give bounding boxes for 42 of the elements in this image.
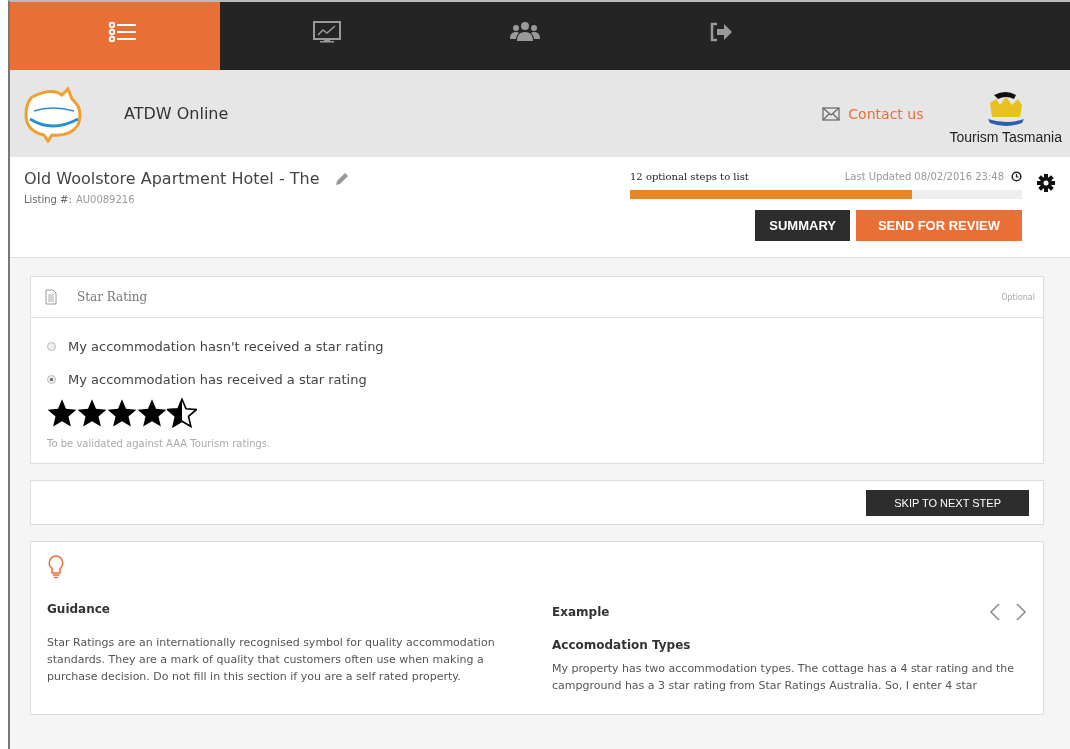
star-icon — [77, 398, 107, 428]
lightbulb-icon — [47, 554, 65, 580]
guidance-text: Star Ratings are an internationally recognised symbol for quality accommodation standards. They are a mark of quality that customers often use when making a purchase decision. Do not fill in this section if you are a self rated property. — [47, 635, 496, 685]
document-icon — [45, 289, 57, 305]
clock-icon — [1011, 171, 1022, 182]
example-title: Example — [552, 605, 611, 619]
next-button[interactable] — [1015, 602, 1027, 622]
settings-button[interactable] — [1036, 173, 1056, 193]
mail-icon — [822, 106, 841, 121]
pencil-icon — [333, 170, 350, 187]
steps-text: 12 optional steps to list — [630, 171, 749, 182]
radio-button[interactable] — [47, 375, 56, 384]
star-icon — [107, 398, 137, 428]
example-text: My property has two accommodation types. The cottage has a 4 star rating and the campground has a 3 star rating from Star Ratings Australia. So, I enter 4 star — [552, 661, 1016, 694]
section-title: Star Rating — [77, 290, 149, 304]
half-star-icon — [167, 398, 197, 428]
example-heading: Accomodation Types — [552, 638, 692, 652]
last-updated-label: Last Updated — [844, 171, 912, 182]
last-updated-value: 08/02/2016 23:48 — [914, 171, 1004, 182]
chevron-right-icon — [1015, 602, 1027, 622]
settings-icon — [1036, 173, 1056, 193]
optional-label: Optional — [1001, 292, 1035, 302]
chevron-left-icon — [989, 602, 1001, 622]
summary-button[interactable]: SUMMARY — [755, 210, 850, 241]
skip-button[interactable]: SKIP TO NEXT STEP — [866, 489, 1029, 516]
listing-title: Old Woolstore Apartment Hotel - The — [24, 169, 320, 188]
radio-button[interactable] — [47, 342, 56, 351]
previous-button[interactable] — [989, 602, 1001, 622]
users-icon — [510, 21, 540, 43]
monitor-icon — [312, 21, 342, 43]
app-name: ATDW Online — [124, 104, 229, 123]
radio-option[interactable]: My accommodation has received a star rating — [47, 363, 1027, 396]
edit-button[interactable] — [333, 170, 350, 187]
listing-number: AU0089216 — [75, 194, 135, 205]
list-icon — [108, 21, 138, 43]
listing-number-label: Listing #: — [24, 194, 72, 205]
star-icon — [137, 398, 167, 428]
validation-note: To be validated against AAA Tourism ratings. — [47, 438, 272, 449]
partner-name: Tourism Tasmania — [949, 128, 1062, 145]
guidance-title: Guidance — [47, 602, 111, 616]
radio-option[interactable]: My accommodation hasn't received a star rating — [47, 330, 1027, 363]
star-icon — [47, 398, 77, 428]
